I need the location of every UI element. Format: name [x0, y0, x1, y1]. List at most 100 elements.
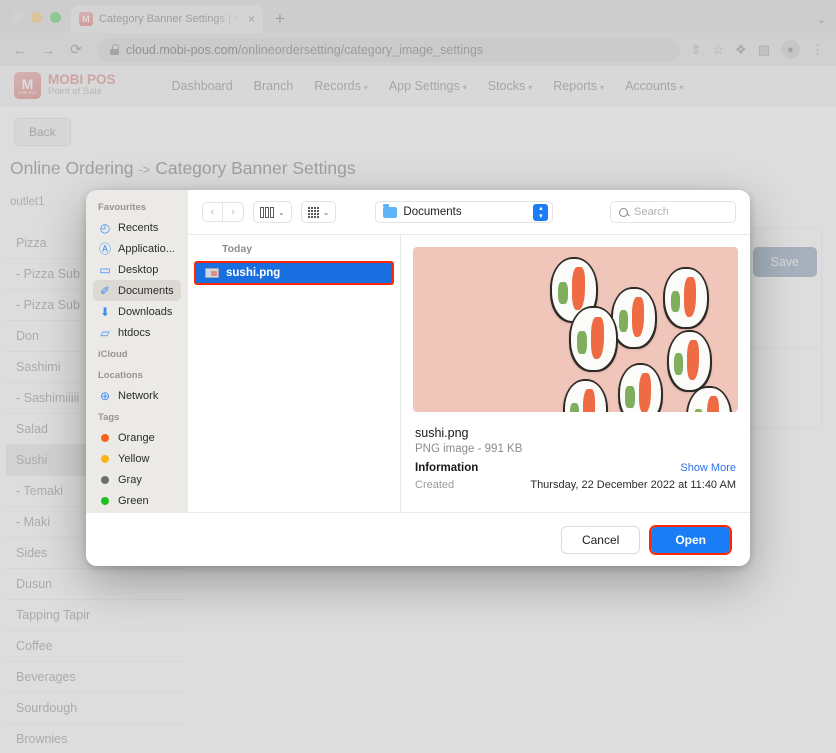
category-row-coffee[interactable]: Coffee	[6, 631, 184, 662]
sidebar-tag-green[interactable]: Green	[93, 490, 181, 511]
path-dropdown[interactable]: Documents ▴ ▾	[375, 201, 554, 223]
sidebar-item-label: Recents	[118, 221, 159, 234]
minimize-window-button[interactable]	[31, 12, 42, 23]
path-label: Documents	[403, 206, 462, 218]
grid-view-icon	[307, 206, 319, 218]
nav-item-stocks[interactable]: Stocks ▾	[488, 79, 533, 93]
sidebar-section-locations-header: Locations	[98, 370, 143, 381]
new-tab-button[interactable]: +	[275, 9, 285, 29]
chevron-down-icon: ▾	[600, 82, 605, 92]
file-list-item-sushi[interactable]: sushi.png	[196, 263, 392, 283]
profile-avatar-icon[interactable]: ●	[781, 40, 800, 59]
save-button[interactable]: Save	[752, 247, 817, 277]
screenshot-root: M Category Banner Settings | Mo × + ⌄ ← …	[0, 0, 836, 753]
dialog-footer: Cancel Open	[86, 512, 750, 566]
share-icon[interactable]: ⇧	[690, 42, 701, 58]
nav-item-app-settings[interactable]: App Settings ▾	[389, 79, 467, 93]
sidebar-item-documents[interactable]: ✐ Documents	[93, 280, 181, 301]
sidebar-item-recents[interactable]: ◴ Recents	[93, 217, 181, 238]
show-more-link[interactable]: Show More	[680, 462, 736, 474]
search-field[interactable]: Search	[610, 201, 736, 223]
image-preview	[413, 247, 738, 412]
sidebar-item-downloads[interactable]: ⬇ Downloads	[93, 301, 181, 322]
side-panel-icon[interactable]: ▧	[758, 42, 770, 58]
page-title: Online Ordering -> Category Banner Setti…	[10, 158, 822, 179]
address-bar[interactable]: cloud.mobi-pos.com/onlineordersetting/ca…	[98, 37, 681, 62]
clock-icon: ◴	[99, 220, 111, 235]
folder-icon	[383, 204, 398, 218]
nav-label: Records	[314, 78, 361, 93]
created-row: Created Thursday, 22 December 2022 at 11…	[415, 479, 736, 495]
url-text: cloud.mobi-pos.com/onlineordersetting/ca…	[126, 43, 483, 57]
network-globe-icon: ⊕	[99, 388, 111, 403]
back-button[interactable]: Back	[14, 118, 71, 146]
reload-icon[interactable]: ⟳	[64, 38, 88, 62]
column-view-button[interactable]: ⌄	[253, 201, 292, 223]
sidebar-item-network[interactable]: ⊕ Network	[93, 385, 181, 406]
tab-list-chevron-icon[interactable]: ⌄	[817, 13, 826, 26]
dialog-main: ‹ › ⌄ ⌄ Documents ▴ ▾ Search Today sushi…	[188, 190, 750, 512]
file-list-column: Today sushi.png	[188, 235, 401, 512]
page-title-suffix: Category Banner Settings	[155, 158, 356, 178]
sidebar-tag-yellow[interactable]: Yellow	[93, 448, 181, 469]
nav-item-branch[interactable]: Branch	[254, 79, 294, 93]
bookmark-star-icon[interactable]: ☆	[712, 42, 724, 58]
sidebar-item-label: Applicatio...	[118, 242, 175, 255]
site-header: M MOBI POS MOBI POS Point of Sale Dashbo…	[0, 66, 836, 106]
site-logo[interactable]: M MOBI POS MOBI POS Point of Sale	[14, 72, 116, 99]
page-title-prefix: Online Ordering	[10, 158, 134, 178]
tag-dot-icon	[101, 454, 109, 463]
applications-icon: Ⓐ	[98, 242, 111, 256]
category-row-dusun[interactable]: Dusun	[6, 569, 184, 600]
extensions-puzzle-icon[interactable]: ❖	[735, 42, 747, 58]
url-host: cloud.mobi-pos.com	[126, 42, 238, 57]
nav-item-records[interactable]: Records ▾	[314, 79, 368, 93]
sidebar-item-desktop[interactable]: ▭ Desktop	[93, 259, 181, 280]
stepper-chevrons-icon[interactable]: ▴ ▾	[533, 203, 549, 221]
category-row-sourdough[interactable]: Sourdough	[6, 693, 184, 724]
browser-toolbar: ← → ⟳ cloud.mobi-pos.com/onlineordersett…	[0, 33, 836, 66]
cancel-button[interactable]: Cancel	[560, 525, 641, 554]
category-row-brownies[interactable]: Brownies	[6, 724, 184, 753]
preview-column: sushi.png PNG image - 991 KB Information…	[401, 235, 750, 512]
tab-close-icon[interactable]: ×	[248, 12, 255, 26]
sidebar-item-htdocs[interactable]: ▱ htdocs	[93, 322, 181, 343]
maximize-window-button[interactable]	[50, 12, 61, 23]
open-button[interactable]: Open	[651, 526, 730, 553]
file-name-label: sushi.png	[226, 267, 281, 279]
back-arrow-icon[interactable]: ←	[8, 38, 32, 62]
chevron-down-icon: ▾	[679, 82, 684, 92]
preview-file-name: sushi.png	[415, 426, 469, 440]
lock-icon	[110, 44, 119, 55]
nav-label: Dashboard	[171, 78, 233, 93]
dialog-forward-icon[interactable]: ›	[223, 202, 244, 222]
file-row-wrapper: sushi.png	[194, 261, 394, 285]
dialog-body: Favourites ◴ Recents Ⓐ Applicatio... ▭ D…	[86, 190, 750, 512]
url-path: /onlineordersetting/category_image_setti…	[237, 42, 484, 57]
sidebar-tag-orange[interactable]: Orange	[93, 427, 181, 448]
png-file-icon	[205, 268, 219, 278]
category-row-beverages[interactable]: Beverages	[6, 662, 184, 693]
close-window-button[interactable]	[12, 12, 23, 23]
chevron-down-icon: ⌄	[322, 207, 330, 217]
information-label: Information	[415, 462, 479, 474]
nav-label: Stocks	[487, 78, 526, 93]
browser-tab[interactable]: M Category Banner Settings | Mo ×	[71, 5, 263, 33]
chevron-down-icon: ▾	[363, 82, 368, 92]
sidebar-tag-gray[interactable]: Gray	[93, 469, 181, 490]
forward-arrow-icon[interactable]: →	[36, 38, 60, 62]
chevron-down-icon: ⌄	[278, 207, 285, 217]
nav-item-accounts[interactable]: Accounts ▾	[625, 79, 683, 93]
chevron-down-icon: ▾	[528, 82, 533, 92]
logo-tagline: Point of Sale	[48, 86, 102, 98]
nav-item-reports[interactable]: Reports ▾	[553, 79, 604, 93]
nav-label: Reports	[553, 78, 598, 93]
nav-item-dashboard[interactable]: Dashboard	[172, 79, 233, 93]
icon-view-button[interactable]: ⌄	[300, 201, 337, 223]
window-traffic-lights	[8, 12, 71, 33]
category-row-tapping-tapir[interactable]: Tapping Tapir	[6, 600, 184, 631]
dialog-back-icon[interactable]: ‹	[202, 202, 223, 222]
chrome-menu-icon[interactable]: ⋮	[811, 42, 824, 58]
sidebar-item-applications[interactable]: Ⓐ Applicatio...	[93, 238, 181, 259]
annotation-highlight-file: sushi.png	[194, 261, 394, 285]
